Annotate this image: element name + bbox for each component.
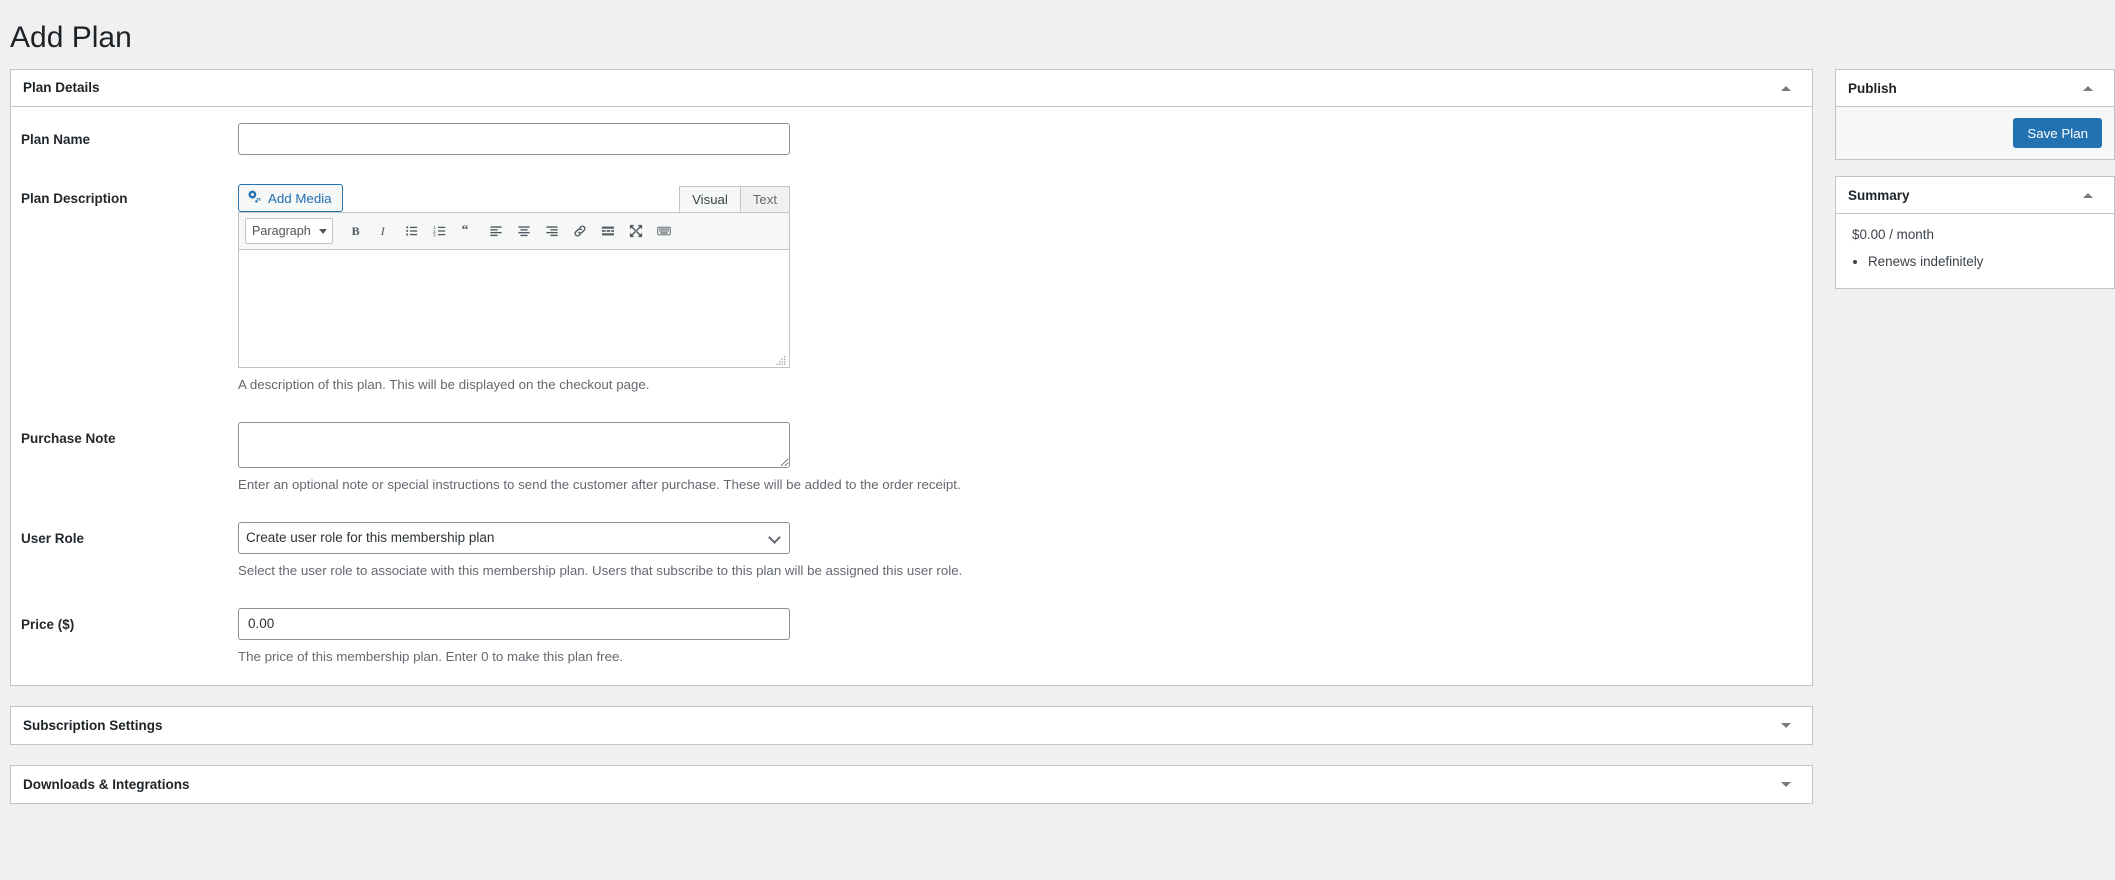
field-row-price: Price ($) The price of this membership p… (11, 607, 1812, 667)
triangle-up-glyph (1781, 85, 1791, 91)
bold-icon[interactable]: B (343, 218, 369, 244)
field-row-plan-description: Plan Description Add Media Visual Text P… (11, 182, 1812, 395)
panel-publish: Publish Save Plan (1835, 69, 2115, 160)
panel-subscription-settings-title: Subscription Settings (23, 717, 163, 733)
add-media-icon (247, 189, 262, 207)
svg-text:“: “ (462, 223, 469, 237)
panel-plan-details-body: Plan Name Plan Description Add Media Vis… (11, 107, 1812, 685)
summary-list: Renews indefinitely (1852, 251, 2098, 272)
price-input[interactable] (238, 607, 790, 640)
panel-subscription-settings-header[interactable]: Subscription Settings (11, 707, 1812, 744)
user-role-control: Create user role for this membership pla… (238, 521, 1812, 581)
align-center-icon[interactable] (511, 218, 537, 244)
main-column: Plan Details Plan Name Plan Description (10, 69, 1813, 824)
field-row-purchase-note: Purchase Note Enter an optional note or … (11, 421, 1812, 495)
plan-name-control (238, 123, 1812, 155)
user-role-select-wrap: Create user role for this membership pla… (238, 521, 790, 554)
align-right-icon[interactable] (539, 218, 565, 244)
triangle-up-glyph (2083, 192, 2093, 198)
user-role-label: User Role (21, 530, 85, 546)
price-help: The price of this membership plan. Enter… (238, 648, 624, 664)
save-plan-button[interactable]: Save Plan (2013, 118, 2102, 148)
triangle-up-icon[interactable] (1772, 74, 1800, 102)
plan-description-label: Plan Description (21, 191, 128, 206)
panel-plan-details: Plan Details Plan Name Plan Description (10, 69, 1813, 686)
italic-icon[interactable]: I (371, 218, 397, 244)
purchase-note-input[interactable] (238, 421, 790, 468)
triangle-down-glyph (1781, 781, 1791, 787)
wp-editor: Add Media Visual Text Paragraph B I 1 2 … (238, 182, 790, 368)
triangle-up-glyph (2083, 85, 2093, 91)
resize-handle-icon[interactable] (775, 353, 787, 365)
price-label: Price ($) (21, 616, 75, 632)
panel-subscription-settings: Subscription Settings (10, 705, 1813, 745)
panel-summary: Summary $0.00 / month Renews indefinitel… (1835, 176, 2115, 290)
editor-topbar: Add Media Visual Text (238, 182, 790, 212)
editor-content-area[interactable] (238, 250, 790, 368)
svg-text:B: B (352, 224, 360, 238)
panel-publish-header[interactable]: Publish (1836, 70, 2114, 107)
page-wrap: Plan Details Plan Name Plan Description (0, 69, 2115, 824)
panel-downloads-integrations-title: Downloads & Integrations (23, 776, 190, 792)
purchase-note-control: Enter an optional note or special instru… (238, 421, 1812, 495)
triangle-down-icon[interactable] (1772, 770, 1800, 798)
triangle-down-glyph (1781, 722, 1791, 728)
plan-description-control: Add Media Visual Text Paragraph B I 1 2 … (238, 182, 1812, 395)
numbered-list-icon[interactable]: 1 2 3 (427, 218, 453, 244)
sidebar-column: Publish Save Plan Summary $0.00 / month … (1835, 69, 2115, 305)
purchase-note-help: Enter an optional note or special instru… (238, 476, 961, 492)
field-row-user-role: User Role Create user role for this memb… (11, 521, 1812, 581)
bulleted-list-icon[interactable] (399, 218, 425, 244)
editor-toolbar: Paragraph B I 1 2 3 “ (238, 212, 790, 250)
purchase-note-label: Purchase Note (21, 430, 116, 446)
plan-description-help: A description of this plan. This will be… (238, 377, 650, 392)
tab-text[interactable]: Text (739, 186, 790, 212)
plan-name-label: Plan Name (21, 132, 91, 147)
user-role-help: Select the user role to associate with t… (238, 562, 963, 578)
panel-summary-title: Summary (1848, 187, 1910, 203)
page-title: Add Plan (10, 21, 132, 54)
fullscreen-icon[interactable] (623, 218, 649, 244)
triangle-up-icon[interactable] (2074, 74, 2102, 102)
toolbar-toggle-icon[interactable] (651, 218, 677, 244)
panel-downloads-integrations: Downloads & Integrations (10, 764, 1813, 804)
link-icon[interactable] (567, 218, 593, 244)
user-role-select[interactable]: Create user role for this membership pla… (238, 521, 790, 554)
summary-price-line: $0.00 / month (1852, 227, 1934, 242)
list-item: Renews indefinitely (1868, 251, 2098, 272)
plan-name-input[interactable] (238, 123, 790, 155)
tab-visual[interactable]: Visual (679, 186, 741, 212)
field-row-plan-name: Plan Name (11, 123, 1812, 155)
price-control: The price of this membership plan. Enter… (238, 607, 1812, 667)
panel-summary-header[interactable]: Summary (1836, 177, 2114, 214)
panel-summary-body: $0.00 / month Renews indefinitely (1836, 214, 2114, 288)
editor-mode-tabs: Visual Text (679, 185, 790, 212)
panel-publish-body: Save Plan (1836, 107, 2114, 159)
add-media-label: Add Media (268, 190, 332, 206)
panel-downloads-integrations-header[interactable]: Downloads & Integrations (11, 766, 1812, 803)
panel-plan-details-header[interactable]: Plan Details (11, 70, 1812, 107)
svg-text:I: I (380, 224, 386, 238)
panel-publish-title: Publish (1848, 80, 1897, 96)
blockquote-icon[interactable]: “ (455, 218, 481, 244)
read-more-icon[interactable] (595, 218, 621, 244)
format-select[interactable]: Paragraph (245, 218, 333, 244)
format-select-wrap: Paragraph (245, 218, 333, 244)
align-left-icon[interactable] (483, 218, 509, 244)
panel-plan-details-title: Plan Details (23, 80, 100, 96)
triangle-up-icon[interactable] (2074, 181, 2102, 209)
add-media-button[interactable]: Add Media (238, 184, 343, 212)
triangle-down-icon[interactable] (1772, 711, 1800, 739)
svg-text:3: 3 (433, 233, 436, 239)
